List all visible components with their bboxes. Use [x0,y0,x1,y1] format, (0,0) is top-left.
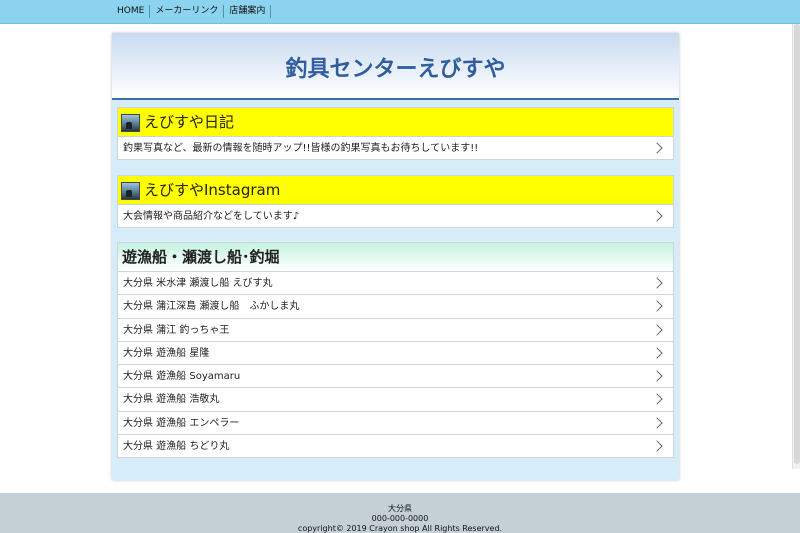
chevron-right-icon [651,210,663,222]
chevron-right-icon [651,323,663,336]
section-thumbnail-image [121,182,140,200]
chevron-right-icon [651,393,663,406]
nav-maker-link[interactable]: メーカーリンク [150,5,225,18]
main-container: 釣具センターえびすや えびすや日記 釣果写真など、最新の情報を随時アップ!!皆様… [112,33,679,480]
section-instagram: えびすやInstagram 大会情報や商品紹介などをしています♪ [117,175,674,229]
section-instagram-title: えびすやInstagram [144,181,281,199]
list-item[interactable]: 大分県 遊漁船 ちどり丸 [117,435,674,459]
section-boats-header: 遊漁船・瀬渡し船･釣堀 [117,242,674,272]
section-diary-header: えびすや日記 [117,107,674,137]
chevron-right-icon [651,440,663,452]
list-item[interactable]: 大分県 遊漁船 浩敬丸 [117,388,674,412]
site-title[interactable]: 釣具センターえびすや [112,51,679,83]
chevron-right-icon [651,142,663,154]
scrollbar-thumb[interactable] [794,24,800,464]
section-boats: 遊漁船・瀬渡し船･釣堀 大分県 米水津 瀬渡し船 えびす丸 大分県 蒲江深島 瀬… [117,242,674,459]
footer-location: 大分県 [388,504,412,513]
site-header: 釣具センターえびすや [112,33,679,100]
chevron-right-icon [651,300,663,312]
chevron-right-icon [651,347,663,359]
section-diary: えびすや日記 釣果写真など、最新の情報を随時アップ!!皆様の釣果写真もお待ちして… [117,107,674,161]
footer-copyright: copyright© 2019 Crayon shop All Rights R… [297,524,503,533]
section-boats-title: 遊漁船・瀬渡し船･釣堀 [122,248,280,266]
list-item[interactable]: 釣果写真など、最新の情報を随時アップ!!皆様の釣果写真もお待ちしています!! [117,137,674,161]
footer-phone: 000-000-0000 [371,514,429,523]
nav-store-info[interactable]: 店舗案内 [224,5,272,18]
chevron-right-icon [651,370,663,382]
section-diary-title: えびすや日記 [144,113,235,131]
chevron-right-icon [651,277,663,289]
chevron-right-icon [651,417,663,429]
list-item[interactable]: 大分県 蒲江 釣っちゃ王 [117,318,674,342]
top-navigation: HOME メーカーリンク 店舗案内 [0,0,800,24]
page-scrollbar[interactable] [792,24,800,469]
section-instagram-header: えびすやInstagram [117,175,674,205]
list-item[interactable]: 大分県 遊漁船 星隆 [117,341,674,366]
section-thumbnail-image [121,114,140,132]
site-footer: 大分県 000-000-0000 copyright© 2019 Crayon … [0,493,800,533]
list-item[interactable]: 大会情報や商品紹介などをしています♪ [117,205,674,229]
list-item[interactable]: 大分県 米水津 瀬渡し船 えびす丸 [117,272,674,296]
list-item[interactable]: 大分県 遊漁船 Soyamaru [117,365,674,389]
list-item[interactable]: 大分県 蒲江深島 瀬渡し船 ふかしま丸 [117,295,674,319]
nav-home[interactable]: HOME [112,5,151,18]
list-item[interactable]: 大分県 遊漁船 エンペラー [117,411,674,436]
